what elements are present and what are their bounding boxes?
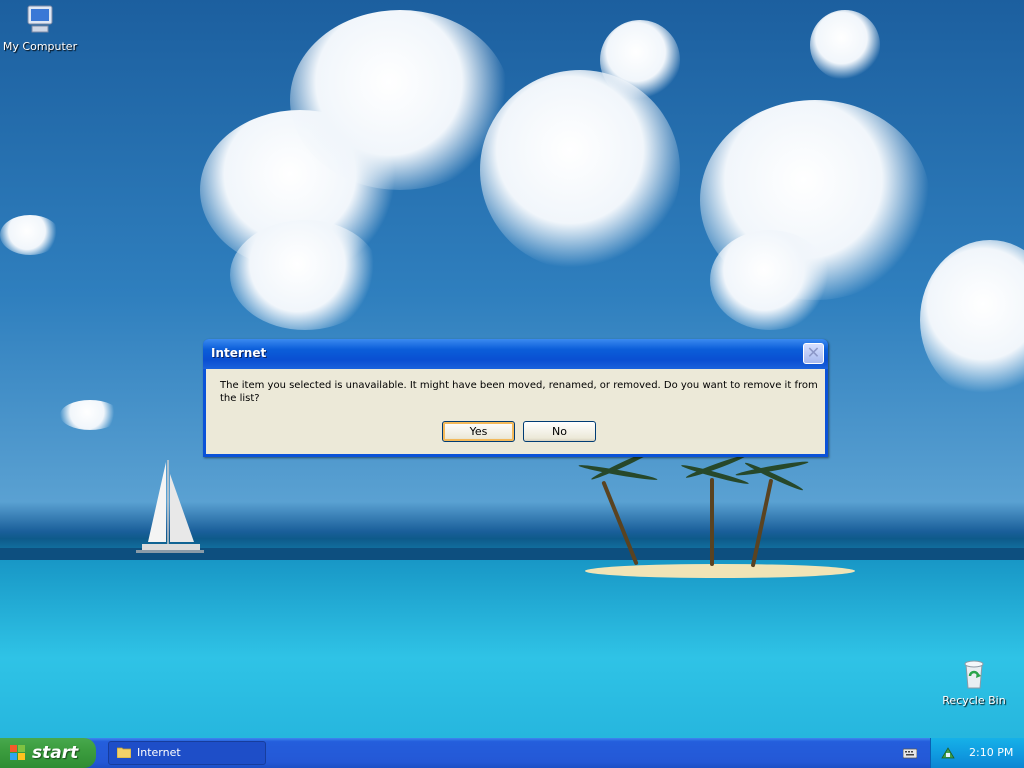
dialog-message: The item you selected is unavailable. It… — [220, 380, 818, 404]
yes-button[interactable]: Yes — [442, 421, 515, 442]
taskbar: start Internet 2:10 PM — [0, 738, 1024, 768]
folder-icon — [117, 747, 131, 758]
dialog-titlebar[interactable]: Internet ✕ — [203, 339, 828, 369]
start-button[interactable]: start — [0, 738, 96, 768]
wallpaper-cloud — [810, 10, 880, 80]
dialog-body: The item you selected is unavailable. It… — [206, 369, 825, 454]
network-icon[interactable] — [941, 746, 955, 760]
wallpaper-cloud — [0, 215, 60, 255]
wallpaper-cloud — [710, 230, 830, 330]
palm-trunk — [710, 478, 714, 566]
dialog-close-button[interactable]: ✕ — [803, 343, 824, 364]
no-button[interactable]: No — [523, 421, 596, 442]
wallpaper-cloud — [920, 240, 1024, 400]
my-computer-icon — [27, 5, 53, 33]
dialog-title: Internet — [211, 346, 267, 360]
wallpaper-cloud — [290, 10, 510, 190]
wallpaper-cloud — [230, 220, 380, 330]
wallpaper-sea — [0, 560, 1024, 738]
recycle-bin-desktop-icon[interactable]: Recycle Bin — [934, 658, 1014, 707]
my-computer-desktop-icon[interactable]: My Computer — [0, 4, 80, 53]
recycle-bin-icon — [964, 660, 984, 689]
wallpaper-cloud — [480, 70, 680, 270]
taskbar-item-label: Internet — [137, 746, 181, 759]
close-icon: ✕ — [806, 343, 821, 362]
system-tray: 2:10 PM — [930, 738, 1024, 768]
recycle-bin-label: Recycle Bin — [942, 694, 1006, 707]
wallpaper-island — [585, 564, 855, 578]
sailboat-image — [136, 460, 204, 553]
start-label: start — [32, 743, 79, 763]
my-computer-label: My Computer — [2, 40, 78, 53]
wallpaper-cloud — [600, 20, 680, 100]
clock[interactable]: 2:10 PM — [969, 746, 1013, 759]
keyboard-icon[interactable] — [903, 747, 917, 759]
internet-dialog: Internet ✕ The item you selected is unav… — [203, 339, 828, 457]
wallpaper-cloud — [60, 400, 120, 430]
windows-flag-icon — [10, 745, 25, 760]
taskbar-item-internet[interactable]: Internet — [108, 741, 266, 765]
